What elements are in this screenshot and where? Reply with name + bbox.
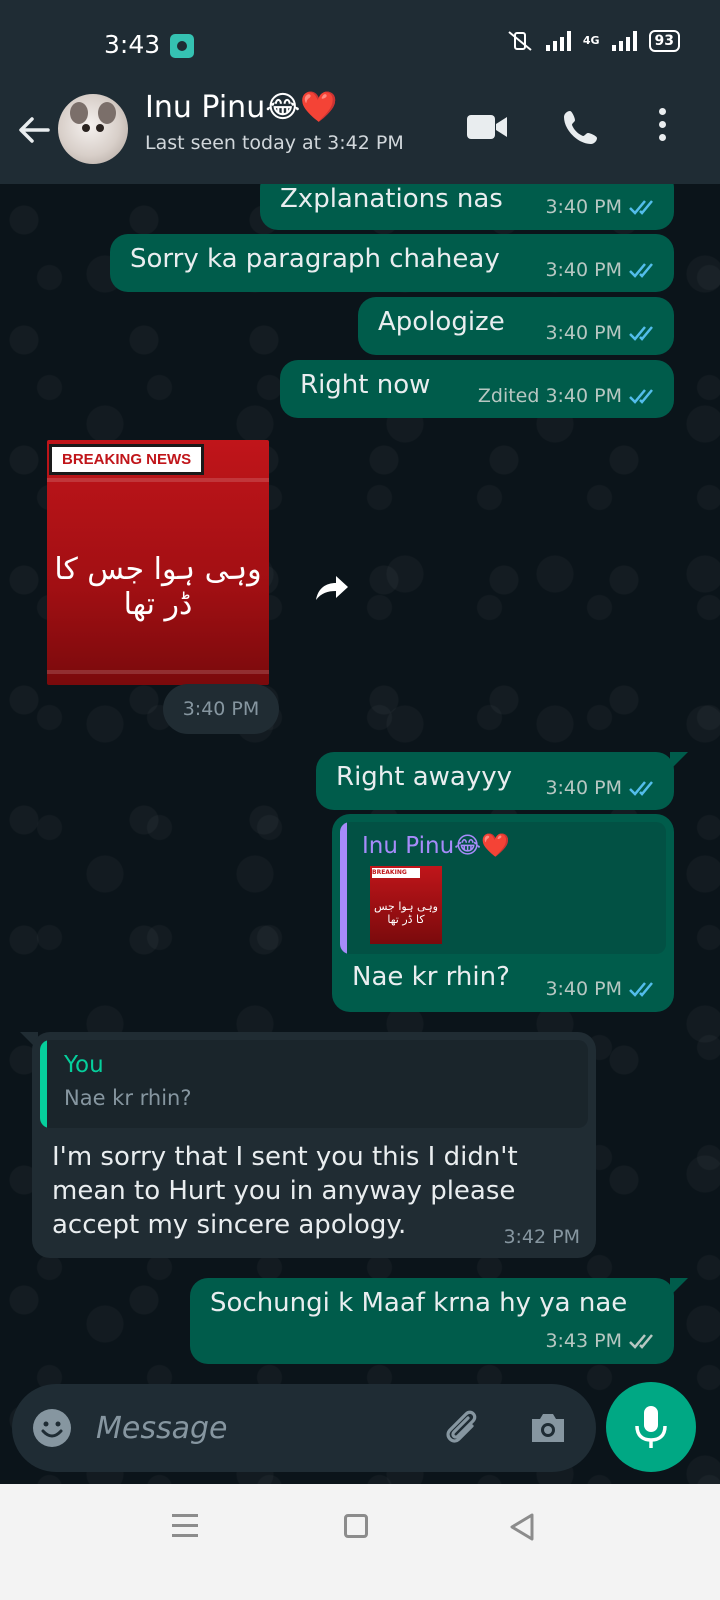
network-type: 4G [582,34,600,47]
emoji-icon[interactable] [32,1408,72,1448]
quoted-author: Inu Pinu😂❤️ [362,833,510,859]
more-options-icon[interactable] [654,108,670,148]
read-ticks-icon [629,263,653,278]
status-indicators: 4G 93 [506,30,680,52]
message-text: Right now [300,370,431,400]
message-time: 3:40 PM [545,385,622,407]
bubble-tail [670,752,688,770]
image-message[interactable]: BREAKING NEWS وہی ہوا جس کا ڈر تھا [47,440,269,685]
breaking-news-badge: BREAKING NEWS [49,444,205,475]
chat-header: Inu Pinu😂❤️ Last seen today at 3:42 PM [0,90,720,184]
message-text: Sochungi k Maaf krna hy ya nae [210,1288,628,1318]
message-text: Apologize [378,307,505,337]
back-arrow-icon[interactable] [14,110,54,150]
quoted-message[interactable]: Inu Pinu😂❤️ BREAKING NEWS وہی ہوا جس کا … [340,822,666,954]
voice-call-icon[interactable] [562,108,600,146]
video-call-icon[interactable] [466,112,508,142]
camera-icon[interactable] [526,1406,570,1450]
image-caption: وہی ہوا جس کا ڈر تھا [54,552,262,622]
read-ticks-icon [629,200,653,215]
message-text-line: mean to Hurt you in anyway please [52,1176,516,1206]
quoted-image-thumbnail: BREAKING NEWS وہی ہوا جس کا ڈر تھا [370,866,442,944]
voice-message-button[interactable] [606,1382,696,1472]
message-time: 3:40 PM [545,196,622,218]
message-text: Right awayyy [336,762,513,792]
mic-icon [635,1406,667,1448]
message-composer [12,1384,596,1472]
message-input[interactable] [96,1404,416,1452]
message-bubble-outgoing[interactable]: Apologize 3:40 PM [358,297,674,355]
delivered-ticks-icon [629,1334,653,1349]
read-ticks-icon [629,389,653,404]
contact-avatar[interactable] [58,94,128,164]
message-time: 3:43 PM [545,1330,622,1352]
quoted-message[interactable]: You Nae kr rhin? [40,1040,588,1128]
image-timestamp: 3:40 PM [163,684,279,734]
message-meta: 3:43 PM [545,1330,660,1352]
bubble-tail [670,1278,688,1296]
message-bubble-outgoing[interactable]: Sochungi k Maaf krna hy ya nae 3:43 PM [190,1278,674,1364]
message-bubble-incoming-reply[interactable]: You Nae kr rhin? I'm sorry that I sent y… [32,1032,596,1258]
quoted-text: Nae kr rhin? [64,1086,192,1110]
message-bubble-outgoing[interactable]: Right awayyy 3:40 PM [316,752,674,810]
message-time: 3:42 PM [503,1226,580,1248]
message-meta: 3:42 PM [503,1226,580,1248]
message-text-line: I'm sorry that I sent you this I didn't [52,1142,518,1172]
read-ticks-icon [629,982,653,997]
signal-bars-2 [611,31,637,51]
attach-icon[interactable] [440,1406,484,1450]
battery-level: 93 [648,30,680,52]
contact-name: Inu Pinu😂❤️ [145,90,338,125]
quoted-author: You [64,1052,104,1078]
message-meta: 3:40 PM [545,259,660,281]
message-time: 3:40 PM [545,978,622,1000]
message-bubble-outgoing[interactable]: Sorry ka paragraph chaheay 3:40 PM [110,234,674,292]
signal-bars-1 [545,31,571,51]
message-bubble-outgoing[interactable]: Zxplanations nas 3:40 PM [260,184,674,230]
message-time: 3:40 PM [545,259,622,281]
message-meta: Zdited 3:40 PM [478,385,660,407]
status-time: 3:43 [104,30,161,59]
message-text-line: accept my sincere apology. [52,1210,407,1240]
message-time: 3:40 PM [545,777,622,799]
home-icon[interactable] [344,1514,368,1538]
system-navigation-bar [0,1484,720,1600]
last-seen-status: Last seen today at 3:42 PM [145,132,404,154]
message-time: 3:40 PM [545,322,622,344]
message-meta: 3:40 PM [545,196,660,218]
message-meta: 3:40 PM [545,777,660,799]
read-ticks-icon [629,326,653,341]
vibrate-mute-icon [508,31,532,51]
message-text: Nae kr rhin? [352,962,510,992]
message-text: Zxplanations nas [280,184,503,214]
app-notification-icon [170,34,194,58]
message-bubble-outgoing[interactable]: Right now Zdited 3:40 PM [280,360,674,418]
chat-area[interactable]: Zxplanations nas 3:40 PM Sorry ka paragr… [0,184,720,1484]
read-ticks-icon [629,781,653,796]
forward-icon[interactable] [306,564,356,614]
message-text: Sorry ka paragraph chaheay [130,244,500,274]
status-bar: 3:43 4G 93 [0,0,720,90]
message-meta: 3:40 PM [545,322,660,344]
recent-apps-icon[interactable] [172,1514,198,1538]
system-back-icon[interactable] [508,1512,536,1542]
message-meta: 3:40 PM [545,978,660,1000]
message-bubble-outgoing-reply[interactable]: Inu Pinu😂❤️ BREAKING NEWS وہی ہوا جس کا … [332,814,674,1012]
edited-label: Zdited [477,385,540,407]
